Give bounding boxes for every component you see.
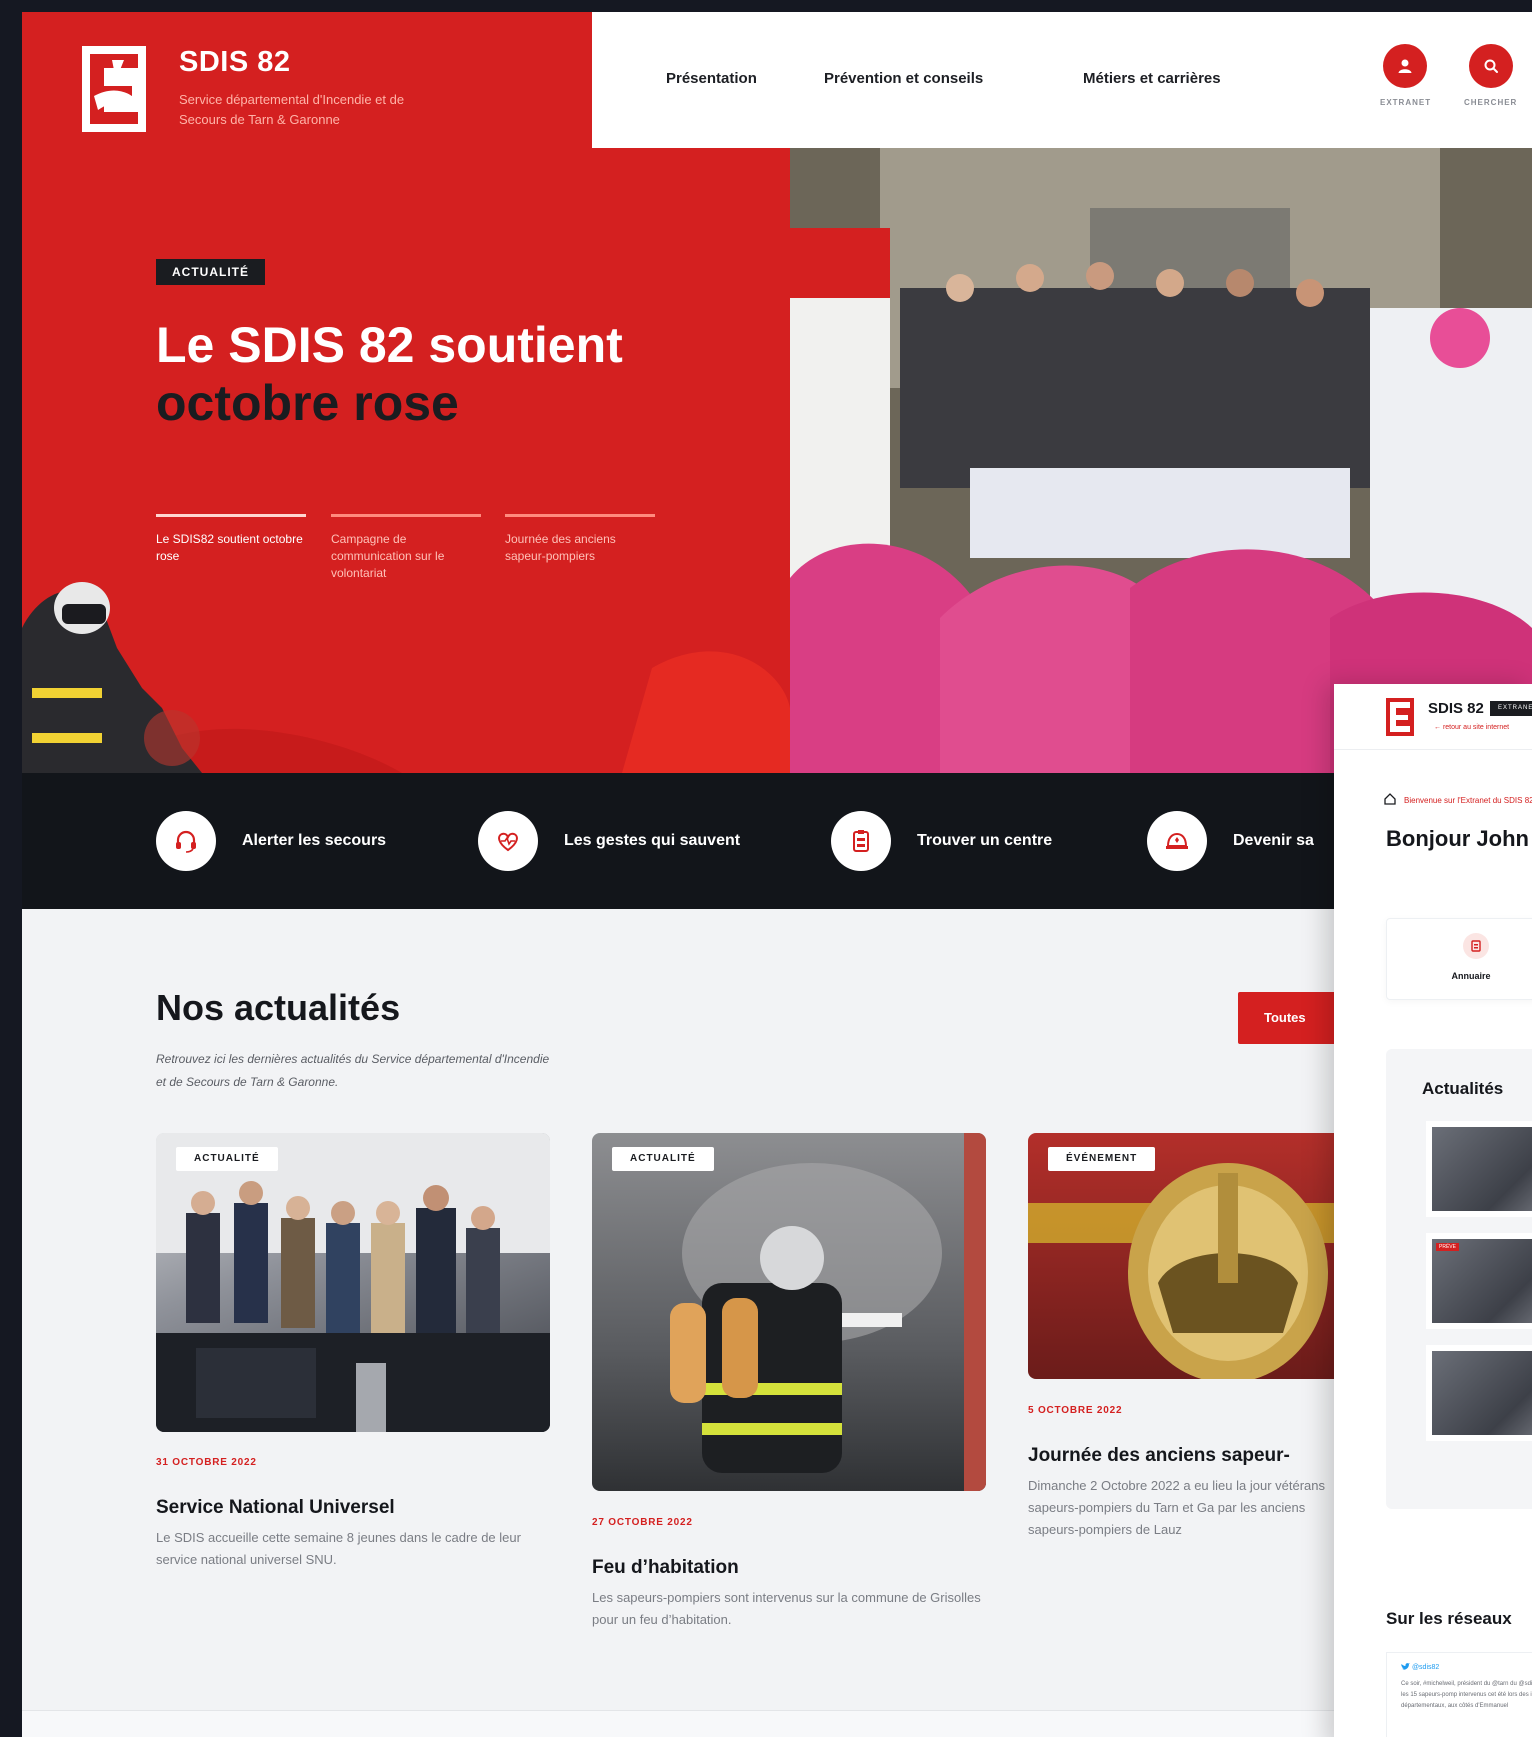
slide-tab-2[interactable]: Campagne de communication sur le volonta… [331,514,481,582]
search-button[interactable] [1469,44,1513,88]
quick-links-band: Alerter les secours Les gestes qui sauve… [22,773,1532,909]
news-card-excerpt: Les sapeurs-pompiers sont intervenus sur… [592,1590,981,1627]
hero-title: Le SDIS 82 soutient [156,317,623,373]
news-card-title[interactable]: Journée des anciens sapeur- [1028,1445,1290,1467]
news-card-title[interactable]: Service National Universel [156,1497,395,1519]
clipboard-icon [831,811,891,871]
annuaire-label: Annuaire [1451,971,1491,981]
nav-prevention[interactable]: Prévention et conseils [824,70,983,87]
slide-tab-label: Journée des anciens sapeur-pompiers [505,532,616,563]
extranet-caption: EXTRANET [1380,98,1432,107]
quick-link-find-center[interactable]: Trouver un centre [831,811,1052,871]
news-card-1-image[interactable]: ACTUALITÉ [156,1133,550,1432]
firefighter-illustration [22,582,202,773]
news-card-badge: ÉVÉNEMENT [1048,1147,1156,1171]
slide-tab-label: Le SDIS82 soutient octobre rose [156,532,303,563]
news-card-badge: ACTUALITÉ [176,1147,278,1171]
news-card-title[interactable]: Feu d’habitation [592,1557,739,1579]
extranet-brand: SDIS 82 [1428,700,1484,717]
sdis-logo-icon [82,46,146,132]
top-navigation: Présentation Prévention et conseils Méti… [592,12,1532,148]
news-card-2-image[interactable]: ACTUALITÉ [592,1133,986,1491]
quick-link-label: Trouver un centre [917,832,1053,849]
search-icon [1484,59,1498,73]
news-card-badge: ACTUALITÉ [612,1147,714,1171]
extranet-news-title: Actualités [1422,1079,1504,1098]
news-card-date: 5 OCTOBRE 2022 [1028,1405,1123,1416]
brand-title: SDIS 82 [179,46,291,78]
footer-divider [22,1710,1532,1737]
quick-link-become[interactable]: Devenir sa [1147,811,1314,871]
extranet-badge: EXTRANET [1490,701,1532,716]
slide-tab-label: Campagne de communication sur le volonta… [331,532,445,580]
heart-pulse-icon [478,811,538,871]
extranet-news-tag: PRÉVE [1436,1243,1459,1251]
extranet-panel: SDIS 82 EXTRANET ← retour au site intern… [1334,684,1532,1737]
all-news-button[interactable]: Toutes [1238,992,1348,1044]
extranet-social-title: Sur les réseaux [1386,1609,1512,1628]
tweet-handle-text: @sdis82 [1411,1663,1440,1671]
extranet-news: Actualités PRÉVE [1386,1049,1532,1509]
back-to-site-link[interactable]: ← retour au site internet [1434,724,1509,731]
quick-link-alert[interactable]: Alerter les secours [156,811,386,871]
slide-tab-3[interactable]: Journée des anciens sapeur-pompiers [505,514,655,565]
news-card-date: 31 OCTOBRE 2022 [156,1457,257,1468]
annuaire-shortcut[interactable]: Annuaire [1386,918,1532,1000]
extranet-header: SDIS 82 EXTRANET ← retour au site intern… [1334,684,1532,750]
news-card-date: 27 OCTOBRE 2022 [592,1517,693,1528]
tweet-card[interactable]: @sdis82 Ce soir, #michelweil, président … [1386,1652,1532,1737]
search-caption: CHERCHER [1464,98,1518,107]
extranet-welcome: Bienvenue sur l'Extranet du SDIS 82 [1404,796,1532,805]
news-card-excerpt: Le SDIS accueille cette semaine 8 jeunes… [156,1530,521,1567]
slide-tab-1[interactable]: Le SDIS82 soutient octobre rose [156,514,306,565]
sdis-logo-icon [1386,698,1414,736]
extranet-button[interactable] [1383,44,1427,88]
nav-presentation[interactable]: Présentation [666,70,757,87]
user-icon [1398,59,1412,73]
hero-photo [790,148,1532,773]
quick-link-gestures[interactable]: Les gestes qui sauvent [478,811,740,871]
logo-block[interactable]: SDIS 82 Service départemental d'Incendie… [22,12,592,148]
news-section-title: Nos actualités [156,987,401,1028]
hero-title-highlight: octobre rose [156,375,459,431]
quick-link-label: Alerter les secours [242,832,387,849]
page: SDIS 82 Service départemental d'Incendie… [22,12,1532,1737]
extranet-news-thumb[interactable] [1426,1121,1532,1217]
extranet-greeting: Bonjour John [1386,826,1529,851]
tweet-text: Ce soir, #michelweil, président du @tarn… [1401,1681,1532,1709]
twitter-icon [1401,1663,1410,1670]
extranet-news-thumb[interactable]: PRÉVE [1426,1233,1532,1329]
extranet-news-thumb[interactable] [1426,1345,1532,1441]
firefighter-helmet-icon [1147,811,1207,871]
back-link-label: retour au site internet [1442,724,1510,731]
news-card-excerpt: Dimanche 2 Octobre 2022 a eu lieu la jou… [1028,1478,1326,1537]
quick-link-label: Les gestes qui sauvent [564,832,741,849]
tweet-handle: @sdis82 [1401,1663,1532,1671]
news-intro: Retrouvez ici les dernières actualités d… [156,1052,550,1089]
hero-badge: ACTUALITÉ [156,259,265,285]
directory-icon [1463,933,1489,959]
nav-metiers[interactable]: Métiers et carrières [1083,70,1221,87]
quick-link-label: Devenir sa [1233,832,1314,849]
headset-icon [156,811,216,871]
brand-subtitle: Service départemental d'Incendie et de S… [179,92,405,127]
